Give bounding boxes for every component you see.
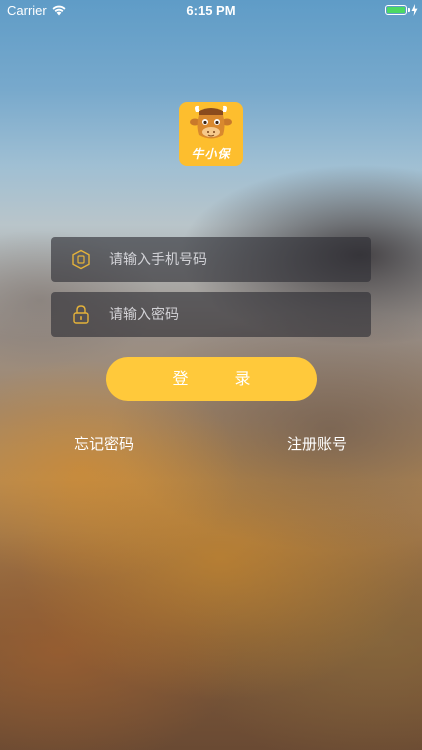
phone-input[interactable] [109,237,361,282]
phone-icon [72,249,90,270]
logo-text: 牛小保 [191,147,231,161]
status-bar: Carrier 6:15 PM [0,0,422,22]
battery-tip [408,8,410,12]
password-input[interactable] [109,292,361,337]
register-link[interactable]: 注册账号 [287,433,347,454]
phone-field[interactable] [51,237,371,282]
forgot-password-link[interactable]: 忘记密码 [74,433,134,454]
battery-icon [385,5,407,15]
battery-level [387,7,405,13]
lock-icon [73,305,89,324]
password-field[interactable] [51,292,371,337]
cow-head-icon [190,105,232,139]
bolt-icon [411,4,418,16]
login-button[interactable]: 登录 [106,357,317,401]
app-logo: 牛小保 [179,102,243,166]
clock: 6:15 PM [186,3,236,18]
